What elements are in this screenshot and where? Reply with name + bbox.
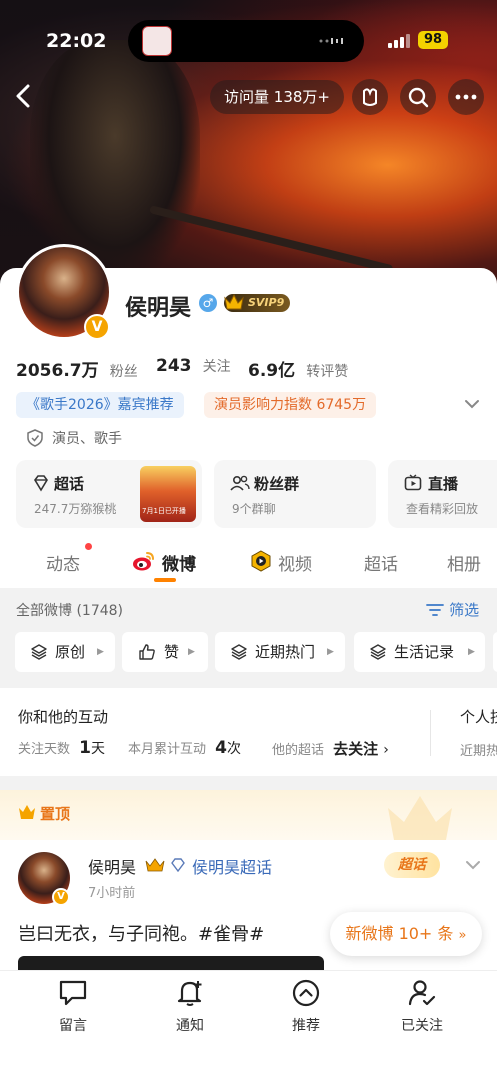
diamond-icon [171, 858, 185, 872]
caret-right-icon: ▶ [468, 647, 475, 657]
chevron-down-icon[interactable] [464, 858, 482, 872]
post-text: 岂曰无衣，与子同袍。#雀骨# [18, 924, 265, 945]
more-dots-icon [455, 94, 477, 100]
influence-tag[interactable]: 演员影响力指数 6745万 [204, 392, 377, 418]
tab-super-topic[interactable]: 超话 [364, 550, 398, 575]
section-gap [0, 776, 497, 790]
group-icon [230, 475, 250, 491]
chip-recent-hot[interactable]: 近期热门 ▶ [215, 632, 345, 672]
chat-icon [59, 980, 87, 1006]
status-bar: 22:02 98 [0, 20, 497, 62]
tab-album[interactable]: 相册 [447, 550, 481, 575]
guest-tag[interactable]: 《歌手2026》嘉宾推荐 [16, 392, 184, 418]
roles-text: 演员、歌手 [52, 431, 122, 447]
pinned-header: 置顶 [0, 790, 497, 840]
fan-group-card[interactable]: 粉丝群 9个群聊 [214, 460, 376, 528]
double-chevron-down-icon: » [458, 928, 467, 943]
stat-followers[interactable]: 2056.7万 粉丝 [16, 356, 138, 381]
unread-dot [85, 543, 92, 550]
dynamic-island [128, 20, 364, 62]
new-posts-button[interactable]: 新微博 10+ 条 » [330, 912, 482, 956]
more-button[interactable] [448, 79, 484, 115]
post-topic-link[interactable]: 侯明昊超话 [192, 854, 272, 878]
search-button[interactable] [400, 79, 436, 115]
tab-dynamics[interactable]: 动态 [46, 550, 80, 575]
crown-icon [145, 858, 165, 872]
layers-icon [231, 644, 247, 660]
profile-name: 侯明昊 [125, 296, 192, 321]
crown-watermark-icon [388, 796, 452, 840]
chip-likes[interactable]: 赞 ▶ [122, 632, 208, 672]
back-arrow-icon[interactable] [10, 82, 38, 110]
gift-icon [363, 88, 377, 106]
post-author[interactable]: 侯明昊 [88, 854, 136, 878]
all-weibo-count: 全部微博 (1748) [16, 603, 124, 619]
interaction-section: 你和他的互动 关注天数 1天 本月累计互动 4次 他的超话 去关注 › 个人技 … [0, 688, 497, 776]
status-time: 22:02 [46, 30, 107, 52]
tv-play-icon [404, 474, 422, 491]
topic-follow[interactable]: 他的超话 去关注 › [272, 738, 389, 759]
chevron-right-icon: › [383, 742, 389, 758]
search-icon [408, 87, 429, 108]
chip-original[interactable]: 原创 ▶ [15, 632, 115, 672]
following-button[interactable]: 已关注 [387, 979, 457, 1035]
post-verified-badge: V [52, 888, 70, 906]
audio-wave-icon [319, 38, 343, 44]
verified-badge: V [84, 314, 110, 340]
monthly-interaction: 本月累计互动 4次 [128, 738, 241, 758]
battery-indicator: 98 [418, 31, 448, 49]
shield-icon [27, 429, 43, 447]
diamond-icon [34, 475, 48, 492]
caret-right-icon: ▶ [327, 647, 334, 657]
signal-icon [388, 34, 410, 48]
active-tab-indicator [154, 578, 176, 582]
comment-button[interactable]: 留言 [38, 979, 108, 1035]
super-topic-badge[interactable]: 超话 [384, 852, 440, 878]
layers-icon [31, 644, 47, 660]
profile-tabs: 动态 微博 视频 超话 相册 [0, 540, 497, 584]
video-icon [251, 550, 271, 572]
post-time: 7小时前 [88, 886, 136, 901]
stat-engagement[interactable]: 6.9亿 转评赞 [248, 356, 348, 381]
chip-life-record[interactable]: 生活记录 ▶ [354, 632, 485, 672]
visits-pill[interactable]: 访问量 138万+ [210, 80, 344, 114]
filter-icon [426, 603, 444, 616]
crown-icon [224, 293, 244, 310]
follow-days: 关注天数 1天 [18, 738, 105, 758]
layers-icon [370, 644, 386, 660]
tab-weibo[interactable]: 微博 [162, 550, 196, 575]
chevron-up-circle-icon [292, 979, 320, 1007]
divider [430, 710, 431, 756]
super-topic-thumbnail: 7月1日已开播 [140, 466, 196, 522]
caret-right-icon: ▶ [188, 647, 195, 657]
caret-right-icon: ▶ [97, 647, 104, 657]
filter-button[interactable]: 筛选 [426, 599, 479, 620]
bell-plus-icon [177, 981, 202, 1006]
live-card[interactable]: 直播 查看精彩回放 [388, 460, 497, 528]
chevron-down-icon[interactable] [462, 396, 482, 412]
chip-overflow[interactable] [493, 632, 497, 672]
gift-button[interactable] [352, 79, 388, 115]
weibo-logo-icon [133, 552, 154, 571]
stat-following[interactable]: 243 关注 [156, 356, 231, 376]
crown-icon [19, 805, 35, 819]
island-app-icon [142, 26, 172, 56]
super-topic-card[interactable]: 超话 247.7万猕猴桃 7月1日已开播 [16, 460, 202, 528]
thumbs-up-icon [139, 644, 155, 660]
notify-button[interactable]: 通知 [155, 979, 225, 1035]
tab-video[interactable]: 视频 [278, 550, 312, 575]
bottom-action-bar: 留言 通知 推荐 已关注 [0, 970, 497, 1080]
user-check-icon [408, 980, 436, 1006]
recommend-button[interactable]: 推荐 [271, 979, 341, 1035]
male-icon: ♂ [199, 294, 217, 312]
